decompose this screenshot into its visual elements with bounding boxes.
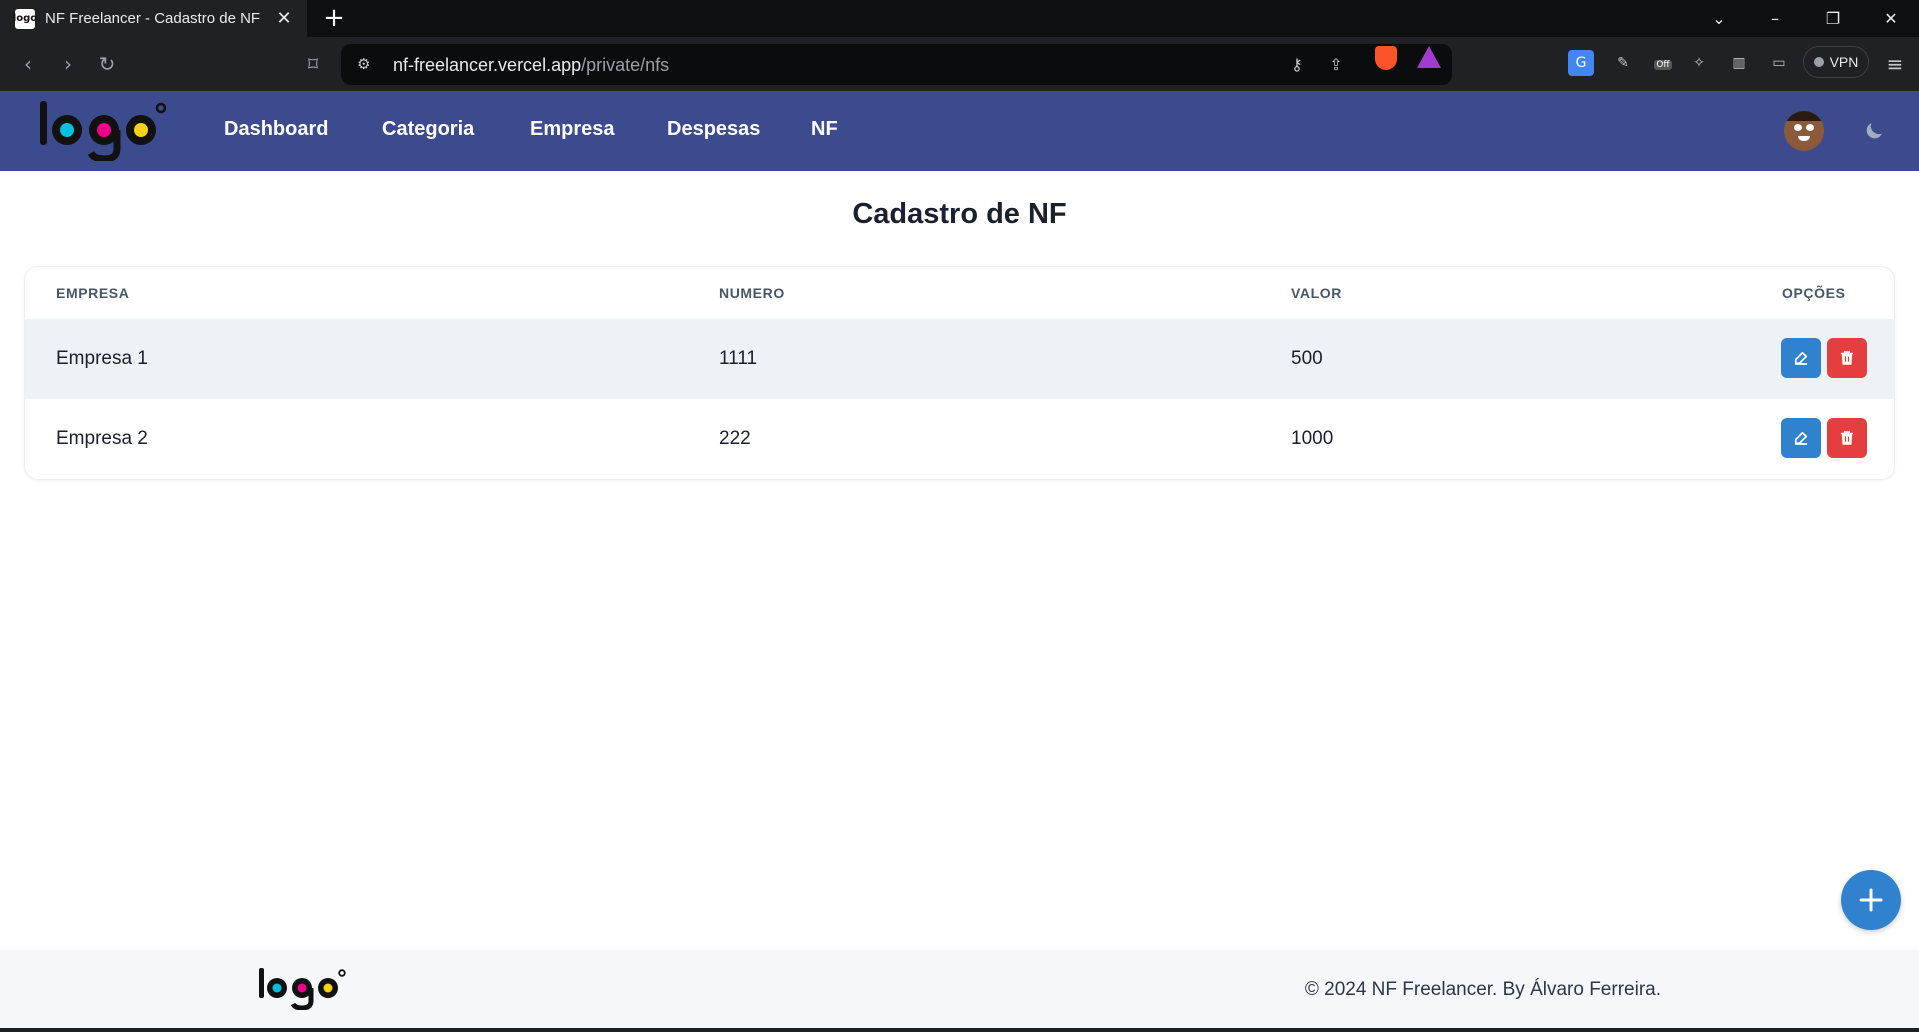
- column-header-numero: NUMERO: [719, 285, 785, 301]
- cell-empresa: Empresa 1: [56, 348, 148, 369]
- brave-shields-icon[interactable]: [1375, 46, 1397, 70]
- add-nf-button[interactable]: [1841, 870, 1901, 930]
- nav-despesas[interactable]: Despesas: [667, 118, 760, 141]
- cell-numero: 222: [719, 428, 751, 449]
- restore-button[interactable]: ❐: [1820, 6, 1846, 32]
- edit-button[interactable]: [1781, 418, 1821, 458]
- extension-off-icon[interactable]: Off: [1650, 50, 1676, 76]
- delete-button[interactable]: [1827, 418, 1867, 458]
- footer-copyright: © 2024 NF Freelancer. By Álvaro Ferreira…: [1304, 979, 1661, 1000]
- cell-valor: 1000: [1291, 428, 1334, 449]
- page-title: Cadastro de NF: [852, 198, 1067, 230]
- browser-toolbar: ‹ › ↻ ⌑ ⚙ nf-freelancer.vercel.app/priva…: [0, 37, 1919, 91]
- delete-button[interactable]: [1827, 338, 1867, 378]
- nav-dashboard[interactable]: Dashboard: [224, 118, 328, 141]
- close-tab-icon[interactable]: ✕: [275, 9, 293, 27]
- vpn-label: VPN: [1829, 54, 1859, 70]
- key-icon[interactable]: ⚷: [1286, 54, 1308, 76]
- footer-logo: [259, 968, 346, 1010]
- nav-empresa[interactable]: Empresa: [530, 118, 615, 141]
- cell-empresa: Empresa 2: [56, 428, 148, 449]
- browser-tab[interactable]: logo NF Freelancer - Cadastro de NF ✕: [0, 0, 307, 37]
- url-text[interactable]: nf-freelancer.vercel.app/private/nfs: [393, 55, 669, 76]
- back-button[interactable]: ‹: [14, 50, 42, 78]
- minimize-button[interactable]: –: [1762, 6, 1788, 32]
- new-tab-button[interactable]: +: [322, 5, 346, 31]
- plus-icon: [1859, 888, 1883, 912]
- site-settings-icon[interactable]: ⚙: [357, 55, 375, 73]
- avatar[interactable]: [1784, 111, 1824, 151]
- nf-table: EMPRESA NUMERO VALOR OPÇÕES Empresa 1 11…: [24, 266, 1895, 480]
- bookmark-icon[interactable]: ⌑: [299, 50, 327, 78]
- trash-icon: [1841, 351, 1853, 365]
- close-window-button[interactable]: ✕: [1878, 6, 1904, 32]
- cell-valor: 500: [1291, 348, 1323, 369]
- table-row: Empresa 1 1111 500: [25, 319, 1894, 399]
- tab-search-icon[interactable]: ⌄: [1706, 6, 1732, 32]
- reload-button[interactable]: ↻: [93, 50, 121, 78]
- address-bar[interactable]: ⚙ nf-freelancer.vercel.app/private/nfs ⚷…: [341, 44, 1452, 85]
- taskbar-edge: [0, 1028, 1919, 1032]
- app-navbar: Dashboard Categoria Empresa Despesas NF: [0, 91, 1919, 171]
- column-header-opcoes: OPÇÕES: [1782, 285, 1846, 301]
- nav-categoria[interactable]: Categoria: [382, 118, 474, 141]
- edit-icon: [1794, 431, 1808, 445]
- wallet-icon[interactable]: ▭: [1766, 50, 1792, 76]
- nav-nf[interactable]: NF: [811, 118, 838, 141]
- cell-numero: 1111: [719, 348, 758, 369]
- brand-logo[interactable]: [38, 99, 166, 161]
- edit-icon: [1794, 351, 1808, 365]
- column-header-valor: VALOR: [1291, 285, 1342, 301]
- edit-button[interactable]: [1781, 338, 1821, 378]
- moon-icon[interactable]: [1862, 119, 1886, 143]
- table-header: EMPRESA NUMERO VALOR OPÇÕES: [25, 267, 1894, 319]
- favicon-icon: logo: [13, 8, 37, 29]
- share-icon[interactable]: ⇪: [1325, 54, 1347, 76]
- trash-icon: [1841, 431, 1853, 445]
- sidebar-icon[interactable]: ▥: [1726, 50, 1752, 76]
- color-picker-icon[interactable]: ✎: [1610, 50, 1636, 76]
- menu-icon[interactable]: ≡: [1881, 50, 1909, 78]
- forward-button[interactable]: ›: [54, 50, 82, 78]
- table-row: Empresa 2 222 1000: [25, 399, 1894, 479]
- browser-tabstrip: logo NF Freelancer - Cadastro de NF ✕ + …: [0, 0, 1919, 37]
- tab-title: NF Freelancer - Cadastro de NF: [45, 10, 261, 27]
- vpn-button[interactable]: VPN: [1803, 46, 1869, 78]
- extensions-icon[interactable]: ✧: [1686, 50, 1712, 76]
- brave-rewards-icon[interactable]: [1417, 46, 1441, 68]
- translate-icon[interactable]: G: [1568, 50, 1594, 76]
- vpn-status-icon: [1813, 57, 1824, 67]
- column-header-empresa: EMPRESA: [56, 285, 130, 301]
- footer: © 2024 NF Freelancer. By Álvaro Ferreira…: [0, 950, 1919, 1032]
